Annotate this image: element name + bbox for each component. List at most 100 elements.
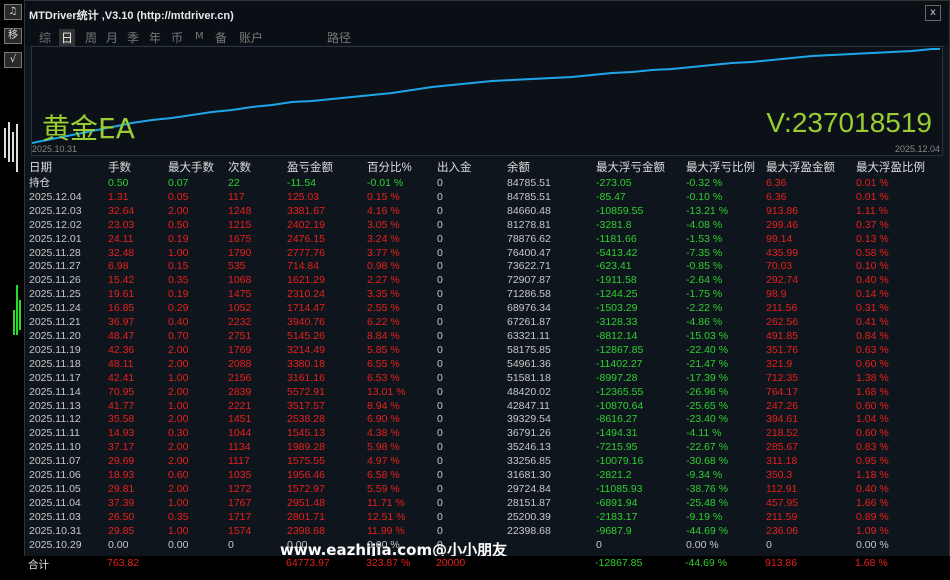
table-row[interactable]: 2025.11.06 18.93 0.60 1035 1956.46 6.58 % 0 316… [29,469,926,483]
col-max-float-loss[interactable]: 最大浮亏金额 [596,161,686,177]
cell: 0.60 % [856,427,889,440]
cell: 70.95 [108,385,135,398]
table-row[interactable]: 2025.11.07 29.69 2.00 1117 1575.55 4.97 % 0 332… [29,455,926,469]
tab-m[interactable]: M [195,31,204,42]
table-row[interactable]: 2025.11.25 19.61 0.19 1475 2310.24 3.35 % 0 712… [29,288,926,302]
cell: 0.60 [168,469,189,482]
cell: 2.00 [168,482,189,495]
cell: 247.26 [766,399,799,412]
toolbar-button[interactable]: ♫ [4,4,22,20]
cell: 2025.11.06 [29,469,81,482]
cell: -4.08 % [686,218,723,231]
cell: 0 [437,496,443,509]
cell: 0.00 % [686,538,719,551]
table-row[interactable]: 2025.11.11 14.93 0.30 1044 1545.13 4.38 % 0 367… [29,427,926,441]
cell: 2025.11.17 [29,371,81,384]
cell: 1.31 [108,190,129,203]
tab-month[interactable]: 月 [106,29,118,46]
cell: 0 [596,538,602,551]
cell: -7.35 % [686,246,723,259]
col-max-float-profit-pct[interactable]: 最大浮盈比例 [856,161,926,177]
col-max-float-profit[interactable]: 最大浮盈金额 [766,161,856,177]
total-max-float-loss-pct: -44.69 % [685,557,728,569]
table-row[interactable]: 2025.12.03 32.64 2.00 1248 3381.67 4.16 % 0 846… [29,205,926,219]
table-row[interactable]: 2025.11.28 32.48 1.00 1790 2777.76 3.77 % 0 764… [29,247,926,261]
table-row[interactable]: 2025.11.20 48.47 0.70 2751 5145.26 8.84 % 0 633… [29,330,926,344]
col-percent[interactable]: 百分比% [367,161,437,177]
title-bar: MTDriver统计 ,V3.10 (http://mtdriver.cn) x [25,1,949,28]
table-row[interactable]: 2025.11.14 70.95 2.00 2839 5572.91 13.01 % 0 48… [29,386,926,400]
cell: 12.51 % [367,510,406,523]
cell: 67261.87 [507,316,551,329]
cell: 491.85 [766,329,799,342]
cell: 1545.13 [287,427,325,440]
table-row[interactable]: 2025.11.10 37.17 2.00 1134 1989.28 5.98 % 0 352… [29,441,926,455]
check-button[interactable]: √ [4,52,22,68]
holdings-row[interactable]: 持仓 0.50 0.07 22 -11.54 -0.01 % 0 84785.5… [29,177,926,191]
col-lots[interactable]: 手数 [108,161,168,177]
col-deposit[interactable]: 出入金 [437,161,507,177]
cell: -2183.17 [596,510,638,523]
tab-account[interactable]: 账户 [239,29,263,46]
total-label: 合计 [28,559,49,571]
cell: 0.35 [168,510,189,523]
col-count[interactable]: 次数 [228,161,287,177]
cell: 2232 [228,316,252,329]
cell: 6.98 [108,260,129,273]
table-row[interactable]: 2025.11.24 16.85 0.29 1052 1714.47 2.55 % 0 689… [29,302,926,316]
cell: 3517.57 [287,399,325,412]
table-row[interactable]: 2025.11.26 15.42 0.35 1068 1621.29 2.27 % 0 729… [29,274,926,288]
cell: 0 [437,316,443,329]
close-button[interactable]: x [925,5,941,21]
tab-week[interactable]: 周 [85,29,97,46]
cell: 0 [437,385,443,398]
table-row[interactable]: 2025.11.21 36.97 0.40 2232 3940.76 6.22 % 0 672… [29,316,926,330]
tab-overview[interactable]: 综 [39,29,51,46]
table-row[interactable]: 2025.11.04 37.39 1.00 1767 2951.48 11.71 % 0 28… [29,497,926,511]
table-row[interactable]: 2025.11.03 26.50 0.35 1717 2801.71 12.51 % 0 25… [29,511,926,525]
cell: -623.41 [596,260,632,273]
table-row[interactable]: 2025.12.01 24.11 0.19 1675 2476.15 3.24 % 0 788… [29,233,926,247]
cell: 2801.71 [287,510,325,523]
table-row[interactable]: 2025.11.13 41.77 1.00 2221 3517.57 8.94 % 0 428… [29,400,926,414]
table-row[interactable]: 2025.11.17 42.41 1.00 2156 3161.16 6.53 % 0 515… [29,372,926,386]
cell: 16.85 [108,302,135,315]
col-profit[interactable]: 盈亏金额 [287,161,367,177]
cell: 15.42 [108,274,135,287]
cell: 6.55 % [367,357,400,370]
tab-quarter[interactable]: 季 [127,29,139,46]
col-max-float-loss-pct[interactable]: 最大浮亏比例 [686,161,766,177]
table-header-row: 日期 手数 最大手数 次数 盈亏金额 百分比% 出入金 余额 最大浮亏金额 最大… [29,161,926,177]
col-balance[interactable]: 余额 [507,161,596,177]
cell: 8.94 % [367,399,400,412]
table-row[interactable]: 2025.12.04 1.31 0.05 117 125.03 0.15 % 0 84785.… [29,191,926,205]
cell: 1956.46 [287,469,325,482]
table-row[interactable]: 2025.11.18 48.11 2.00 2088 3380.18 6.55 % 0 549… [29,358,926,372]
tab-year[interactable]: 年 [149,29,161,46]
tab-day[interactable]: 日 [59,29,76,46]
cell: 2025.11.05 [29,482,81,495]
tab-currency[interactable]: 币 [171,29,183,46]
cell: 1.00 [168,246,189,259]
table-row[interactable]: 2025.11.19 42.36 2.00 1769 3214.49 5.85 % 0 581… [29,344,926,358]
cell: 0.00 [168,538,189,551]
table-row[interactable]: 2025.10.31 29.85 1.00 1574 2398.68 11.99 % 0 22… [29,525,926,539]
cell: 0.50 [108,177,129,189]
chart-left-label: 黄金EA [42,112,135,145]
table-row[interactable]: 2025.11.27 6.98 0.15 535 714.84 0.98 % 0 73622.… [29,260,926,274]
cell: 0 [437,357,443,370]
move-button[interactable]: 移 [4,28,22,44]
cell: 23.03 [108,218,135,231]
col-date[interactable]: 日期 [29,161,108,177]
table-row[interactable]: 2025.11.12 35.58 2.00 1451 2538.28 6.90 % 0 393… [29,413,926,427]
cell: 3.35 % [367,288,400,301]
cell: -1.53 % [686,232,723,245]
table-row[interactable]: 2025.12.02 23.03 0.50 1215 2402.19 3.05 % 0 812… [29,219,926,233]
table-row[interactable]: 2025.11.05 29.81 2.00 1272 1572.97 5.59 % 0 297… [29,483,926,497]
cell: -6891.94 [596,496,638,509]
cell: 0.50 [168,218,189,231]
col-max-lots[interactable]: 最大手数 [168,161,228,177]
tab-note[interactable]: 备 [215,29,227,46]
tab-path[interactable]: 路径 [327,29,351,46]
cell: 持仓 [29,177,50,189]
